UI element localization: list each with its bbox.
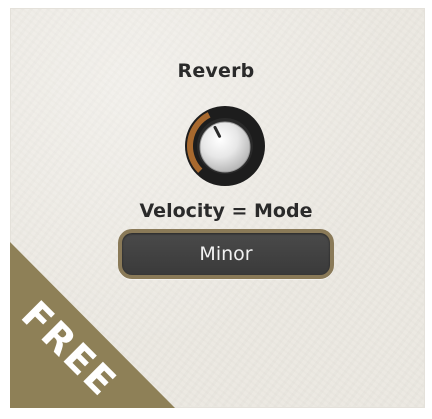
reverb-label: Reverb (177, 60, 255, 82)
mode-selector[interactable]: Minor (118, 229, 334, 279)
reverb-knob[interactable] (181, 102, 269, 190)
knob-cap (199, 121, 251, 173)
mode-selected-value: Minor (199, 243, 253, 265)
reverb-knob-graphic (185, 106, 265, 186)
velocity-mode-label: Velocity = Mode (139, 200, 313, 222)
